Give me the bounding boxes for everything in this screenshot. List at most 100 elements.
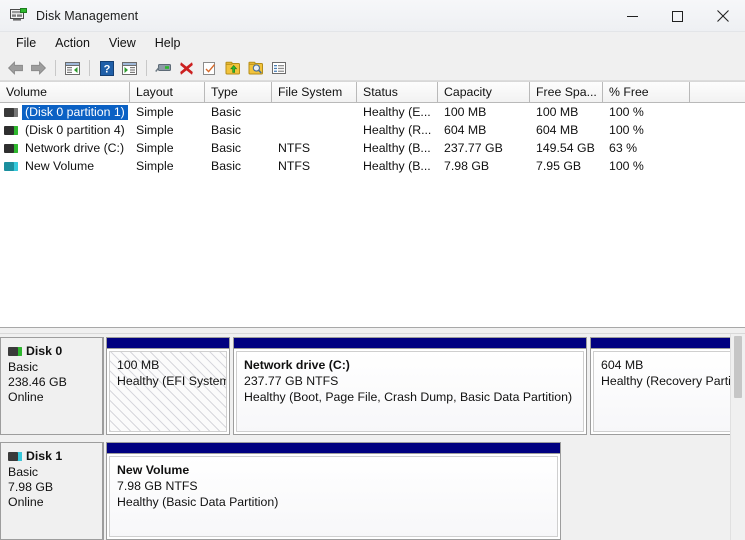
- column-header-capacity[interactable]: Capacity: [438, 82, 530, 103]
- menu-file[interactable]: File: [7, 34, 45, 54]
- percent-free-cell: 100 %: [603, 121, 690, 139]
- capacity-cell: 237.77 GB: [438, 139, 530, 157]
- help-icon[interactable]: ?: [95, 57, 118, 79]
- partition-block[interactable]: 100 MBHealthy (EFI System: [106, 337, 230, 435]
- show-hide-console-tree-icon[interactable]: [61, 57, 84, 79]
- disk-type: Basic: [8, 360, 102, 375]
- toolbar: ?: [0, 56, 745, 81]
- status-cell: Healthy (B...: [357, 139, 438, 157]
- close-button[interactable]: [700, 0, 745, 32]
- volume-list-pane: VolumeLayoutTypeFile SystemStatusCapacit…: [0, 81, 745, 327]
- partition-block[interactable]: 604 MBHealthy (Recovery Partition): [590, 337, 738, 435]
- partition-cap-bar: [107, 443, 560, 454]
- disk-info-panel[interactable]: Disk 1Basic7.98 GBOnline: [0, 442, 104, 540]
- volume-row[interactable]: New VolumeSimpleBasicNTFSHealthy (B...7.…: [0, 157, 745, 175]
- capacity-cell: 7.98 GB: [438, 157, 530, 175]
- disk-management-window: Disk Management File Action View Help: [0, 0, 745, 540]
- separator-1: [55, 60, 56, 76]
- volume-name: Network drive (C:): [22, 141, 127, 156]
- disk-title: Disk 0: [8, 344, 102, 358]
- column-header-status[interactable]: Status: [357, 82, 438, 103]
- capacity-cell: 100 MB: [438, 103, 530, 121]
- disk-row: Disk 0Basic238.46 GBOnline100 MBHealthy …: [0, 337, 745, 435]
- type-cell: Basic: [205, 157, 272, 175]
- rescan-disks-icon[interactable]: [152, 57, 175, 79]
- properties-icon[interactable]: [198, 57, 221, 79]
- volume-name: New Volume: [22, 159, 97, 174]
- minimize-button[interactable]: [610, 0, 655, 32]
- graphical-view-pane: Disk 0Basic238.46 GBOnline100 MBHealthy …: [0, 334, 745, 540]
- explore-icon[interactable]: [244, 57, 267, 79]
- maximize-button[interactable]: [655, 0, 700, 32]
- partition-size: 237.77 GB NTFS: [244, 373, 577, 389]
- menu-view[interactable]: View: [100, 34, 145, 54]
- pane-splitter[interactable]: [0, 327, 745, 334]
- volume-row[interactable]: (Disk 0 partition 1)SimpleBasicHealthy (…: [0, 103, 745, 121]
- partition-block[interactable]: Network drive (C:)237.77 GB NTFSHealthy …: [233, 337, 587, 435]
- layout-cell: Simple: [130, 157, 205, 175]
- file-system-cell: NTFS: [272, 139, 357, 157]
- partition-status: Healthy (Recovery Partition): [601, 373, 728, 389]
- percent-free-cell: 100 %: [603, 157, 690, 175]
- partition-status: Healthy (Basic Data Partition): [117, 494, 551, 510]
- volume-row[interactable]: Network drive (C:)SimpleBasicNTFSHealthy…: [0, 139, 745, 157]
- free-space-cell: 149.54 GB: [530, 139, 603, 157]
- disk-icon: [8, 452, 22, 461]
- scrollbar-thumb[interactable]: [734, 336, 742, 398]
- disk-size: 7.98 GB: [8, 480, 102, 495]
- partition-strip: 100 MBHealthy (EFI SystemNetwork drive (…: [104, 337, 745, 435]
- column-header-free-spa[interactable]: Free Spa...: [530, 82, 603, 103]
- status-cell: Healthy (B...: [357, 157, 438, 175]
- graphical-view-scrollbar[interactable]: [730, 334, 745, 540]
- volume-name: (Disk 0 partition 1): [22, 105, 128, 120]
- disk-name: Disk 1: [26, 449, 62, 463]
- partition-block[interactable]: New Volume7.98 GB NTFSHealthy (Basic Dat…: [106, 442, 561, 540]
- type-cell: Basic: [205, 121, 272, 139]
- disk-info-panel[interactable]: Disk 0Basic238.46 GBOnline: [0, 337, 104, 435]
- disk-size: 238.46 GB: [8, 375, 102, 390]
- volume-cell: Network drive (C:): [0, 139, 130, 157]
- file-system-cell: [272, 121, 357, 139]
- volume-list-body: (Disk 0 partition 1)SimpleBasicHealthy (…: [0, 103, 745, 175]
- menu-help[interactable]: Help: [146, 34, 190, 54]
- title-bar: Disk Management: [0, 0, 745, 32]
- delete-icon[interactable]: [175, 57, 198, 79]
- partition-size: 100 MB: [117, 357, 220, 373]
- disk-row: Disk 1Basic7.98 GBOnlineNew Volume7.98 G…: [0, 442, 745, 540]
- drive-icon-c: [4, 144, 18, 153]
- partition-body: 100 MBHealthy (EFI System: [109, 351, 227, 432]
- partition-cap-bar: [107, 338, 229, 349]
- layout-cell: Simple: [130, 121, 205, 139]
- percent-free-cell: 100 %: [603, 103, 690, 121]
- new-volume-icon[interactable]: [221, 57, 244, 79]
- free-space-cell: 7.95 GB: [530, 157, 603, 175]
- back-icon[interactable]: [4, 57, 27, 79]
- list-view-icon[interactable]: [267, 57, 290, 79]
- forward-icon[interactable]: [27, 57, 50, 79]
- volume-row[interactable]: (Disk 0 partition 4)SimpleBasicHealthy (…: [0, 121, 745, 139]
- menu-action[interactable]: Action: [46, 34, 99, 54]
- percent-free-cell: 63 %: [603, 139, 690, 157]
- column-header-layout[interactable]: Layout: [130, 82, 205, 103]
- column-header-file-system[interactable]: File System: [272, 82, 357, 103]
- partition-cap-bar: [234, 338, 586, 349]
- layout-cell: Simple: [130, 103, 205, 121]
- volume-cell: New Volume: [0, 157, 130, 175]
- show-hide-action-pane-icon[interactable]: [118, 57, 141, 79]
- status-cell: Healthy (E...: [357, 103, 438, 121]
- column-header--free[interactable]: % Free: [603, 82, 690, 103]
- drive-icon-efi: [4, 108, 18, 117]
- partition-body: 604 MBHealthy (Recovery Partition): [593, 351, 735, 432]
- partition-cap-bar: [591, 338, 737, 349]
- column-header-volume[interactable]: Volume: [0, 82, 130, 103]
- file-system-cell: NTFS: [272, 157, 357, 175]
- drive-icon-new-volume: [4, 162, 18, 171]
- free-space-cell: 604 MB: [530, 121, 603, 139]
- disk-name: Disk 0: [26, 344, 62, 358]
- menu-bar: File Action View Help: [0, 32, 745, 56]
- partition-name: New Volume: [117, 462, 551, 478]
- file-system-cell: [272, 103, 357, 121]
- column-header-filler: [690, 82, 745, 103]
- column-header-type[interactable]: Type: [205, 82, 272, 103]
- disk-state: Online: [8, 495, 102, 510]
